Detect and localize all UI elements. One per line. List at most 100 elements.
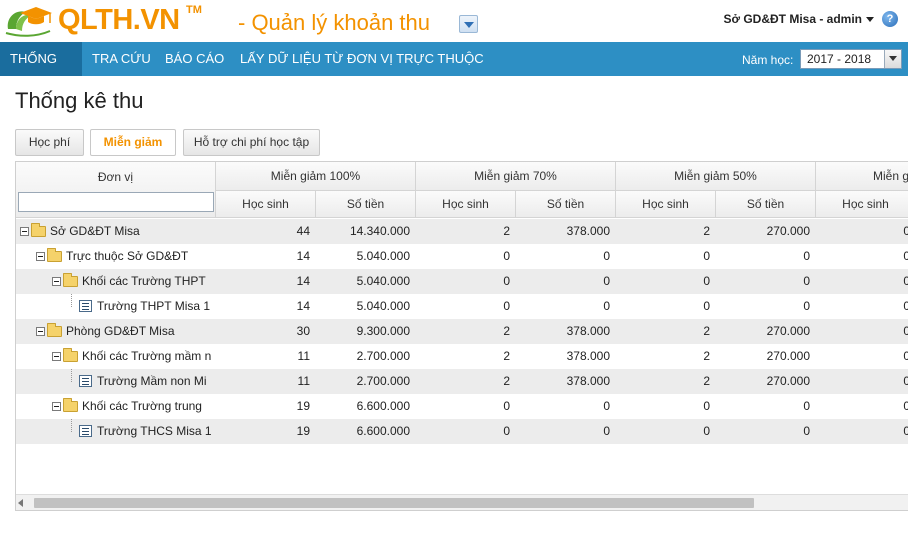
- nav-tra-cuu[interactable]: TRA CỨU: [82, 42, 161, 76]
- student-count-cell: 44: [296, 224, 310, 238]
- nav-thong-ke[interactable]: THỐNG KÊ: [0, 42, 82, 100]
- unit-name[interactable]: Khối các Trường mầm n: [82, 344, 211, 369]
- nav-lay-du-lieu[interactable]: LẤY DỮ LIỆU TỪ ĐƠN VỊ TRỰC THUỘC: [230, 42, 494, 76]
- tab-mien-giam[interactable]: Miễn giảm: [90, 129, 176, 156]
- column-group-next[interactable]: Miễn g: [816, 162, 908, 191]
- unit-name-cell: Sở GD&ĐT Misa: [16, 219, 215, 244]
- student-count-cell: 2: [703, 224, 710, 238]
- amount-cell: 270.000: [766, 324, 810, 338]
- amount-cell: 0: [803, 424, 810, 438]
- subheader-students[interactable]: Học sinh: [816, 191, 908, 218]
- table-row[interactable]: Khối các Trường THPT145.040.00000000: [16, 269, 908, 294]
- unit-name[interactable]: Khối các Trường THPT: [82, 269, 206, 294]
- amount-cell: 378.000: [566, 324, 610, 338]
- student-count-cell: 0: [703, 274, 710, 288]
- collapse-toggle-icon[interactable]: [52, 352, 61, 361]
- scrollbar-thumb[interactable]: [34, 498, 754, 508]
- unit-name[interactable]: Trường THPT Misa 1: [97, 294, 210, 319]
- collapse-toggle-icon[interactable]: [20, 227, 29, 236]
- unit-name[interactable]: Trường THCS Misa 1: [97, 419, 212, 444]
- document-icon: [79, 300, 92, 312]
- amount-cell: 0: [803, 399, 810, 413]
- unit-name-cell: Phòng GD&ĐT Misa: [16, 319, 215, 344]
- table-row[interactable]: Khối các Trường trung196.600.00000000: [16, 394, 908, 419]
- user-name: Sở GD&ĐT Misa - admin: [723, 12, 862, 26]
- subheader-amount[interactable]: Số tiền: [316, 191, 416, 218]
- school-year-value: 2017 - 2018: [807, 52, 872, 66]
- nav-bao-cao[interactable]: BÁO CÁO: [155, 42, 234, 76]
- page-title: Thống kê thu: [15, 88, 144, 113]
- collapse-toggle-icon[interactable]: [36, 327, 45, 336]
- scroll-left-arrow-icon[interactable]: [18, 499, 23, 507]
- amount-cell: 378.000: [566, 224, 610, 238]
- student-count-cell: 2: [503, 349, 510, 363]
- unit-name-cell: Trực thuộc Sở GD&ĐT: [16, 244, 215, 269]
- tree-connector: [71, 294, 72, 307]
- amount-cell: 0: [603, 299, 610, 313]
- student-count-cell: 0: [703, 424, 710, 438]
- student-count-cell: 2: [503, 224, 510, 238]
- unit-name-cell: Trường THCS Misa 1: [16, 419, 215, 444]
- amount-cell: 2.700.000: [356, 374, 410, 388]
- table-row[interactable]: Trường THPT Misa 1145.040.00000000: [16, 294, 908, 319]
- table-row[interactable]: Sở GD&ĐT Misa 44 14.340.000 2 378.000 2 270.00…: [16, 219, 908, 244]
- student-count-cell: 0: [503, 249, 510, 263]
- unit-filter-input[interactable]: [18, 192, 214, 212]
- user-menu[interactable]: Sở GD&ĐT Misa - admin: [723, 12, 874, 26]
- logo-text[interactable]: QLTH.VN: [58, 4, 180, 37]
- student-count-cell: 0: [816, 269, 908, 294]
- folder-icon: [47, 323, 62, 337]
- unit-name[interactable]: Phòng GD&ĐT Misa: [66, 319, 175, 344]
- table-row[interactable]: Khối các Trường mầm n 11 2.700.000 2 378.000…: [16, 344, 908, 369]
- column-group-50[interactable]: Miễn giảm 50%: [616, 162, 816, 191]
- subheader-amount[interactable]: Số tiền: [716, 191, 816, 218]
- unit-name[interactable]: Khối các Trường trung: [82, 394, 202, 419]
- student-count-cell: 0: [816, 419, 908, 444]
- student-count-cell: 2: [703, 374, 710, 388]
- student-count-cell: 0: [703, 249, 710, 263]
- column-header-unit-label: Đơn vị: [97, 170, 134, 184]
- table-row[interactable]: Trường Mầm non Mi 11 2.700.000 2 378.000 2 270…: [16, 369, 908, 394]
- student-count-cell: 0: [816, 244, 908, 269]
- column-group-100[interactable]: Miễn giảm 100%: [216, 162, 416, 191]
- amount-cell: 270.000: [766, 349, 810, 363]
- student-count-cell: 30: [296, 324, 310, 338]
- amount-cell: 9.300.000: [356, 324, 410, 338]
- student-count-cell: 2: [503, 324, 510, 338]
- unit-name-cell: Trường Mầm non Mi: [16, 369, 215, 394]
- student-count-cell: 0: [503, 299, 510, 313]
- tab-hoc-phi[interactable]: Học phí: [15, 129, 84, 156]
- amount-cell: 0: [603, 274, 610, 288]
- school-year-select[interactable]: 2017 - 2018: [800, 49, 902, 69]
- amount-cell: 270.000: [766, 224, 810, 238]
- chevron-down-icon[interactable]: [884, 50, 901, 68]
- tab-ho-tro-chi-phi[interactable]: Hỗ trợ chi phí học tập: [183, 129, 320, 156]
- graduation-cap-logo-icon[interactable]: [2, 3, 54, 39]
- table-row[interactable]: Trường THCS Misa 1196.600.00000000: [16, 419, 908, 444]
- main-nav: THỐNG KÊ TRA CỨU BÁO CÁO LẤY DỮ LIỆU TỪ …: [0, 42, 908, 100]
- subheader-amount[interactable]: Số tiền: [516, 191, 616, 218]
- unit-name[interactable]: Trường Mầm non Mi: [97, 369, 206, 394]
- collapse-toggle-icon[interactable]: [52, 402, 61, 411]
- app-switcher-dropdown-icon[interactable]: [459, 15, 478, 33]
- amount-cell: 6.600.000: [356, 424, 410, 438]
- unit-name[interactable]: Trực thuộc Sở GD&ĐT: [66, 244, 188, 269]
- subheader-students[interactable]: Học sinh: [216, 191, 316, 218]
- student-count-cell: 11: [297, 349, 310, 363]
- collapse-toggle-icon[interactable]: [52, 277, 61, 286]
- subheader-students[interactable]: Học sinh: [616, 191, 716, 218]
- table-row[interactable]: Phòng GD&ĐT Misa 30 9.300.000 2 378.000 2 270.…: [16, 319, 908, 344]
- table-row[interactable]: Trực thuộc Sở GD&ĐT145.040.00000000: [16, 244, 908, 269]
- amount-cell: 14.340.000: [349, 224, 410, 238]
- unit-name[interactable]: Sở GD&ĐT Misa: [50, 219, 140, 244]
- subheader-students[interactable]: Học sinh: [416, 191, 516, 218]
- document-icon: [79, 425, 92, 437]
- horizontal-scrollbar[interactable]: [16, 494, 908, 510]
- app-title: - Quản lý khoản thu: [238, 10, 431, 35]
- help-icon[interactable]: ?: [882, 11, 898, 27]
- collapse-toggle-icon[interactable]: [36, 252, 45, 261]
- column-group-70[interactable]: Miễn giảm 70%: [416, 162, 616, 191]
- student-count-cell: 19: [296, 399, 310, 413]
- amount-cell: 0: [603, 424, 610, 438]
- folder-icon: [63, 398, 78, 412]
